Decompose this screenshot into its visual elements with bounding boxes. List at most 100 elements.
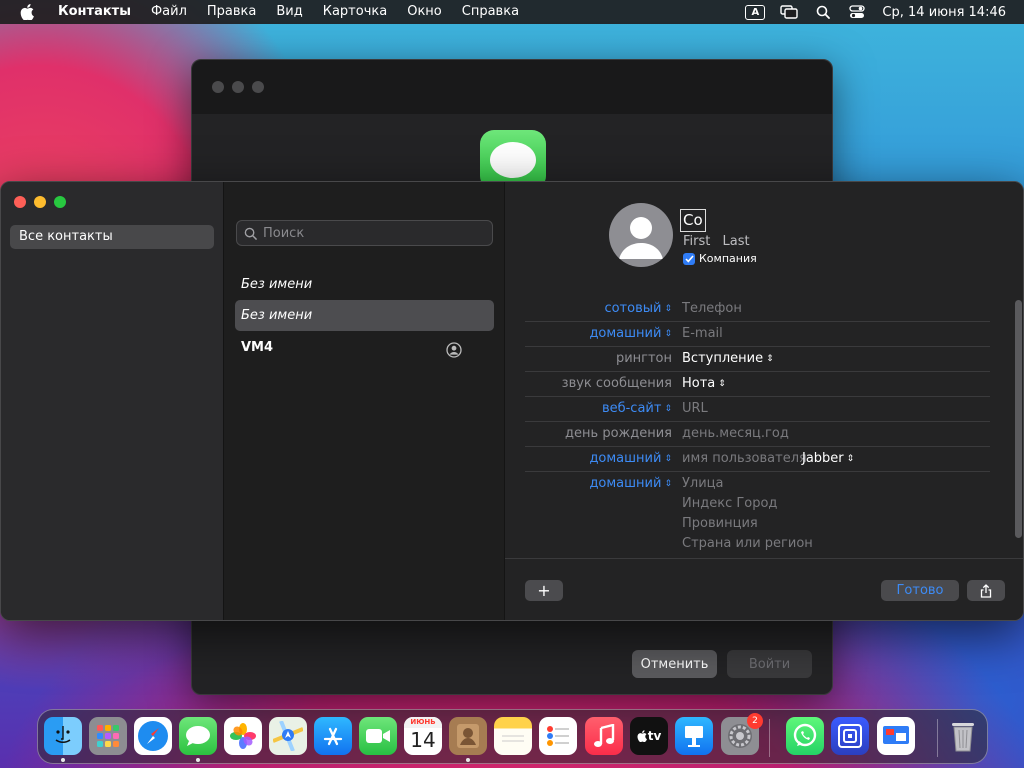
- minimize-button[interactable]: [34, 196, 46, 208]
- dock-trash-icon[interactable]: [944, 717, 982, 755]
- my-card-person-icon: [446, 339, 462, 370]
- up-down-chevron-icon: ⇕: [664, 304, 672, 314]
- calendar-month: ИЮНЬ: [404, 717, 442, 728]
- screen-mirroring-icon[interactable]: [778, 0, 800, 24]
- messages-window-controls: [212, 81, 264, 93]
- province-input[interactable]: Провинция: [682, 516, 758, 531]
- spotlight-search-icon[interactable]: [812, 0, 834, 24]
- im-service-popup[interactable]: Jabber ⇕: [802, 451, 854, 466]
- street-input[interactable]: Улица: [682, 476, 724, 491]
- postal-city-input[interactable]: Индекс Город: [682, 496, 777, 511]
- search-input[interactable]: [263, 225, 483, 241]
- close-button-inactive[interactable]: [212, 81, 224, 93]
- contact-row-unnamed-2[interactable]: Без имени: [235, 300, 494, 331]
- up-down-chevron-icon: ⇕: [846, 454, 855, 464]
- avatar[interactable]: [609, 203, 673, 267]
- keyboard-input-icon[interactable]: A: [744, 0, 766, 24]
- search-field[interactable]: [236, 220, 493, 246]
- ringtone-popup[interactable]: Вступление ⇕: [682, 351, 774, 366]
- zoom-button-inactive[interactable]: [252, 81, 264, 93]
- menu-file[interactable]: Файл: [141, 0, 197, 24]
- dock-reminders-icon[interactable]: [539, 717, 577, 755]
- dock-calendar-icon[interactable]: ИЮНЬ 14: [404, 717, 442, 755]
- apple-menu-icon[interactable]: [16, 0, 38, 24]
- search-icon: [244, 227, 257, 240]
- dock-whatsapp-icon[interactable]: [786, 717, 824, 755]
- card-scrollbar[interactable]: [1015, 300, 1022, 538]
- dock-notes-icon[interactable]: [494, 717, 532, 755]
- contacts-window: Все контакты Без имени Без имени VM4 Co …: [0, 181, 1024, 621]
- menu-clock[interactable]: Ср, 14 июня 14:46: [882, 5, 1006, 20]
- contact-row-unnamed-1[interactable]: Без имени: [235, 269, 494, 300]
- dock-apple-tv-icon[interactable]: tv: [630, 717, 668, 755]
- field-ringtone: рингтон Вступление ⇕: [525, 347, 990, 372]
- menu-edit[interactable]: Правка: [197, 0, 266, 24]
- sidebar-item-all-contacts[interactable]: Все контакты: [10, 225, 214, 249]
- field-message-sound: звук сообщения Нота ⇕: [525, 372, 990, 397]
- dock-finder-icon[interactable]: [44, 717, 82, 755]
- contact-name: Без имени: [241, 277, 313, 292]
- field-phone: сотовый ⇕ Телефон: [525, 297, 990, 322]
- dock-system-settings-icon[interactable]: 2: [721, 713, 763, 755]
- menu-help[interactable]: Справка: [452, 0, 529, 24]
- dock-running-indicator: [61, 758, 65, 762]
- cancel-button[interactable]: Отменить: [632, 650, 717, 678]
- dock-music-icon[interactable]: [585, 717, 623, 755]
- dock-safari-icon[interactable]: [134, 717, 172, 755]
- last-name-field[interactable]: Last: [723, 234, 750, 249]
- dock-launchpad-icon[interactable]: [89, 717, 127, 755]
- contact-row-vm4[interactable]: VM4: [235, 332, 494, 363]
- company-label: Компания: [699, 252, 757, 265]
- add-field-button[interactable]: +: [525, 580, 563, 601]
- up-down-chevron-icon: ⇕: [766, 354, 774, 364]
- country-input[interactable]: Страна или регион: [682, 536, 813, 551]
- contact-list: Без имени Без имени VM4: [224, 182, 505, 620]
- dock-vpn-icon[interactable]: [831, 717, 869, 755]
- email-input[interactable]: E-mail: [682, 326, 723, 341]
- message-sound-label: звук сообщения: [561, 376, 672, 391]
- address-label-selector[interactable]: домашний ⇕: [589, 476, 672, 491]
- up-down-chevron-icon: ⇕: [718, 379, 726, 389]
- control-center-icon[interactable]: [846, 0, 868, 24]
- keyboard-layout-indicator: A: [745, 4, 766, 20]
- website-label-selector[interactable]: веб-сайт ⇕: [602, 401, 672, 416]
- menu-window[interactable]: Окно: [397, 0, 452, 24]
- menu-card[interactable]: Карточка: [313, 0, 397, 24]
- dock-facetime-icon[interactable]: [359, 717, 397, 755]
- login-button[interactable]: Войти: [727, 650, 812, 678]
- im-label-selector[interactable]: домашний ⇕: [589, 451, 672, 466]
- zoom-button[interactable]: [54, 196, 66, 208]
- dock-photos-icon[interactable]: [224, 717, 262, 755]
- url-input[interactable]: URL: [682, 401, 708, 416]
- email-label-selector[interactable]: домашний ⇕: [589, 326, 672, 341]
- company-checkbox[interactable]: Компания: [683, 252, 757, 265]
- close-button[interactable]: [14, 196, 26, 208]
- messages-titlebar: [192, 60, 832, 114]
- done-button[interactable]: Готово: [881, 580, 959, 601]
- up-down-chevron-icon: ⇕: [664, 404, 672, 414]
- dock-maps-icon[interactable]: [269, 717, 307, 755]
- dock-messages-icon[interactable]: [179, 717, 217, 755]
- calendar-day: 14: [410, 728, 436, 752]
- menu-view[interactable]: Вид: [266, 0, 312, 24]
- im-username-input[interactable]: имя пользователя: [682, 451, 807, 466]
- share-button[interactable]: [967, 580, 1005, 601]
- share-icon: [980, 583, 992, 598]
- birthday-input[interactable]: день.месяц.год: [682, 426, 789, 441]
- menu-app-name[interactable]: Контакты: [48, 0, 141, 24]
- field-website: веб-сайт ⇕ URL: [525, 397, 990, 422]
- dock-app-store-icon[interactable]: [314, 717, 352, 755]
- phone-label-selector[interactable]: сотовый ⇕: [604, 301, 672, 316]
- contact-name: VM4: [241, 340, 274, 355]
- dock-keynote-icon[interactable]: [675, 717, 713, 755]
- message-sound-popup[interactable]: Нота ⇕: [682, 376, 726, 391]
- dock-separator: [769, 719, 770, 757]
- name-input[interactable]: Co: [680, 209, 706, 232]
- birthday-label: день рождения: [565, 426, 672, 441]
- minimize-button-inactive[interactable]: [232, 81, 244, 93]
- first-name-field[interactable]: First: [683, 234, 710, 249]
- dock-remote-desktop-icon[interactable]: [877, 717, 915, 755]
- dock-contacts-icon[interactable]: [449, 717, 487, 755]
- phone-input[interactable]: Телефон: [682, 301, 742, 316]
- up-down-chevron-icon: ⇕: [664, 479, 672, 489]
